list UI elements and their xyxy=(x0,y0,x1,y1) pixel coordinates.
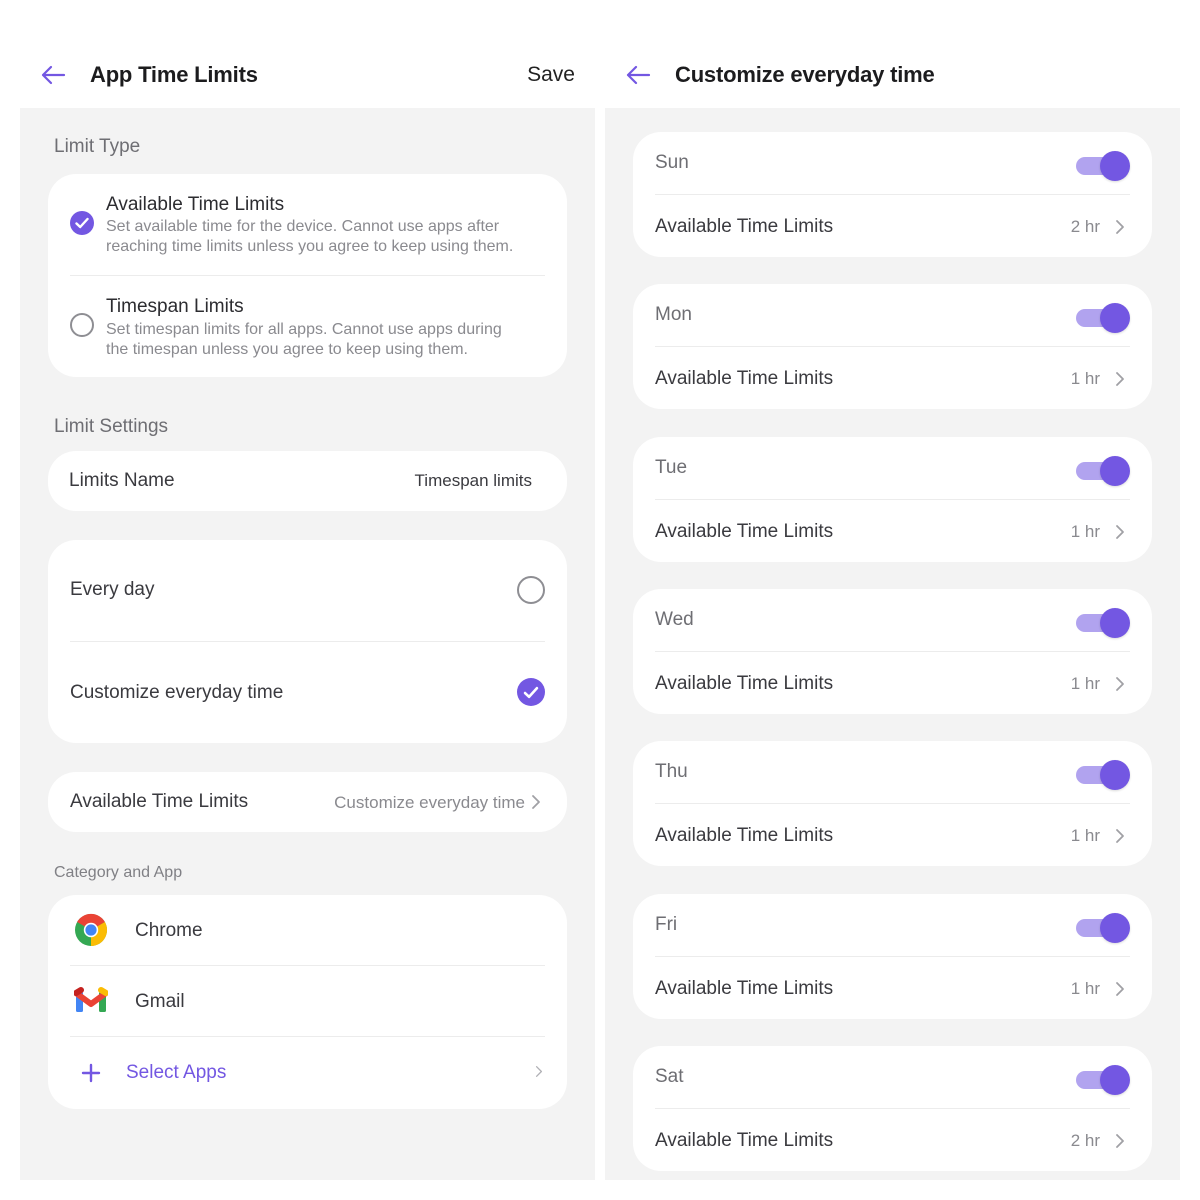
toggle-wed[interactable] xyxy=(1076,606,1130,638)
gmail-icon xyxy=(74,987,108,1012)
schedule-card: Every day Customize everyday time xyxy=(48,540,567,743)
limit-settings-heading: Limit Settings xyxy=(54,416,169,437)
day-card-wed: Wed Available Time Limits 1 hr xyxy=(633,588,1152,714)
available-time-limits-value: 1 hr xyxy=(1070,673,1100,693)
toggle-tue[interactable] xyxy=(1076,454,1130,486)
option-description-line: reaching time limits unless you agree to… xyxy=(106,238,514,255)
toggle-thumb xyxy=(1100,760,1130,791)
settings-body: Limit Type Available Time Limits Set ava… xyxy=(20,108,595,1180)
radio-unchecked-icon[interactable] xyxy=(70,313,94,337)
available-time-limits-value: 1 hr xyxy=(1070,521,1100,541)
available-time-limits-value: 1 hr xyxy=(1070,978,1100,998)
available-time-limits-value: Customize everyday time xyxy=(334,793,525,812)
radio-unchecked-icon[interactable] xyxy=(517,576,545,604)
chevron-right-icon xyxy=(532,795,540,809)
arrow-left-icon[interactable] xyxy=(625,64,651,86)
available-time-limits-value: 1 hr xyxy=(1070,369,1100,389)
toggle-thumb xyxy=(1100,303,1130,334)
day-label: Sat xyxy=(655,1065,684,1087)
day-label: Sun xyxy=(655,152,689,173)
app-bar: App Time Limits Save xyxy=(20,40,595,108)
available-time-limits-value: 2 hr xyxy=(1070,1130,1100,1150)
option-description-line: Set timespan limits for all apps. Cannot… xyxy=(106,321,502,338)
toggle-thumb xyxy=(1100,151,1130,181)
day-card-fri: Fri Available Time Limits 1 hr xyxy=(633,893,1152,1019)
plus-icon xyxy=(81,1063,101,1083)
available-time-limits-label: Available Time Limits xyxy=(655,216,834,237)
day-label: Thu xyxy=(655,761,688,783)
option-title: Timespan Limits xyxy=(106,296,244,317)
toggle-thumb xyxy=(1100,455,1130,486)
toggle-thumb xyxy=(1100,1064,1130,1095)
toggle-mon[interactable] xyxy=(1076,301,1130,334)
chevron-right-icon xyxy=(1116,220,1124,234)
app-name: Chrome xyxy=(135,920,203,941)
app-item-gmail[interactable]: Gmail xyxy=(48,966,567,1036)
arrow-left-icon[interactable] xyxy=(40,64,66,86)
toggle-thumb xyxy=(1100,912,1130,943)
limits-name-value: Timespan limits xyxy=(414,471,532,490)
day-label: Fri xyxy=(655,913,678,935)
option-description-line: the timespan unless you agree to keep us… xyxy=(106,341,468,358)
radio-checked-icon[interactable] xyxy=(517,678,545,706)
toggle-thumb xyxy=(1100,607,1130,638)
days-list: Sun Available Time Limits 2 hr Mon Avail… xyxy=(605,108,1180,1180)
page-title: App Time Limits xyxy=(90,62,258,87)
limits-name-label: Limits Name xyxy=(69,470,175,491)
chrome-icon xyxy=(75,913,108,947)
option-description-line: Set available time for the device. Canno… xyxy=(106,218,500,235)
customize-everyday-time-screen: Customize everyday time Sun Available Ti… xyxy=(605,40,1180,1180)
limits-name-row[interactable]: Limits Name Timespan limits xyxy=(48,451,567,511)
toggle-thu[interactable] xyxy=(1076,758,1130,791)
toggle-sat[interactable] xyxy=(1076,1063,1130,1095)
available-time-limits-label: Available Time Limits xyxy=(655,825,834,847)
available-time-limits-label: Available Time Limits xyxy=(655,1129,834,1151)
select-apps-row[interactable]: Select Apps xyxy=(48,1037,567,1109)
day-label: Tue xyxy=(655,456,688,478)
option-every-day[interactable]: Every day xyxy=(48,540,567,640)
chevron-right-icon xyxy=(1116,676,1124,691)
toggle-fri[interactable] xyxy=(1076,911,1130,943)
chevron-right-icon xyxy=(1116,524,1124,539)
customize-everyday-time-label: Customize everyday time xyxy=(70,682,284,703)
day-label: Wed xyxy=(655,608,694,630)
radio-checked-icon[interactable] xyxy=(70,211,94,235)
chevron-right-icon xyxy=(1116,829,1124,844)
available-time-limits-label: Available Time Limits xyxy=(655,977,834,999)
every-day-label: Every day xyxy=(70,579,155,600)
category-and-app-heading: Category and App xyxy=(54,864,183,881)
apps-card: Chrome Gmail Select Apps xyxy=(48,895,567,1109)
day-card-thu: Thu Available Time Limits 1 hr xyxy=(633,741,1152,867)
app-bar: Customize everyday time xyxy=(605,40,1180,108)
day-card-sun: Sun Available Time Limits 2 hr xyxy=(633,132,1152,257)
chevron-right-icon xyxy=(535,1066,543,1077)
save-button[interactable]: Save xyxy=(527,63,575,87)
page-title: Customize everyday time xyxy=(675,62,935,87)
select-apps-link[interactable]: Select Apps xyxy=(126,1062,226,1084)
day-label: Mon xyxy=(655,304,692,326)
limit-type-heading: Limit Type xyxy=(54,136,141,157)
available-time-limits-value: 1 hr xyxy=(1070,826,1100,846)
day-card-tue: Tue Available Time Limits 1 hr xyxy=(633,436,1152,562)
option-customize-everyday-time[interactable]: Customize everyday time xyxy=(48,642,567,742)
option-title: Available Time Limits xyxy=(106,194,285,215)
app-item-chrome[interactable]: Chrome xyxy=(48,895,567,965)
available-time-limits-label: Available Time Limits xyxy=(655,520,834,542)
day-card-mon: Mon Available Time Limits 1 hr xyxy=(633,284,1152,410)
available-time-limits-row[interactable]: Available Time Limits Customize everyday… xyxy=(48,772,567,832)
limit-type-card: Available Time Limits Set available time… xyxy=(48,174,567,377)
app-time-limits-screen: App Time Limits Save Limit Type Availabl… xyxy=(20,40,595,1180)
day-card-sat: Sat Available Time Limits 2 hr xyxy=(633,1045,1152,1171)
app-name: Gmail xyxy=(135,991,185,1012)
toggle-sun[interactable] xyxy=(1076,149,1130,181)
available-time-limits-label: Available Time Limits xyxy=(70,791,249,812)
option-available-time-limits[interactable]: Available Time Limits Set available time… xyxy=(48,174,567,274)
chevron-right-icon xyxy=(1116,1133,1124,1148)
available-time-limits-value: 2 hr xyxy=(1070,217,1100,236)
chevron-right-icon xyxy=(1116,372,1124,387)
available-time-limits-label: Available Time Limits xyxy=(655,672,834,694)
option-timespan-limits[interactable]: Timespan Limits Set timespan limits for … xyxy=(48,276,567,376)
available-time-limits-label: Available Time Limits xyxy=(655,368,834,390)
chevron-right-icon xyxy=(1116,981,1124,996)
